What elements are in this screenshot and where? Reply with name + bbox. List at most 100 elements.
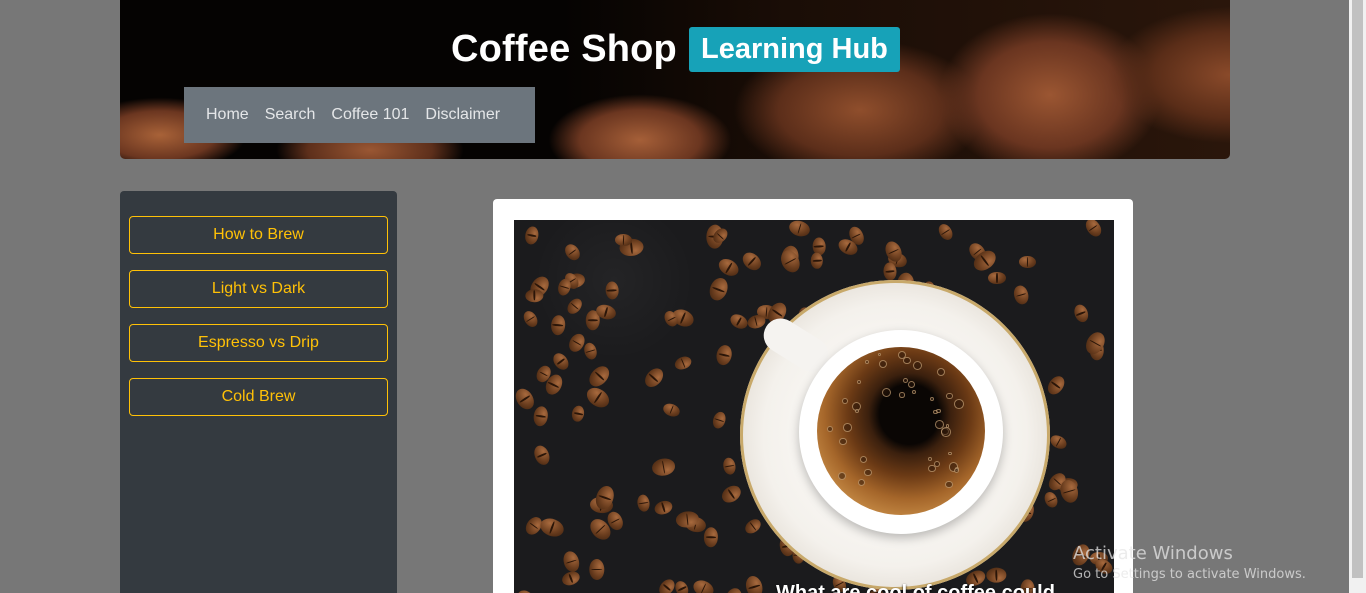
coffee-bean xyxy=(673,579,691,593)
coffee-bean xyxy=(605,280,620,300)
coffee-bean xyxy=(661,400,681,419)
coffee-bean xyxy=(722,456,737,475)
scroll-thumb[interactable] xyxy=(1352,0,1363,578)
brand: Coffee Shop Learning Hub xyxy=(451,26,900,72)
foam-bubble xyxy=(859,455,867,463)
foam-bubble xyxy=(911,390,916,394)
foam-bubble xyxy=(948,451,952,456)
coffee-bean xyxy=(715,255,742,280)
coffee-bean xyxy=(656,575,678,593)
foam-bubble xyxy=(881,388,891,398)
coffee-bean xyxy=(520,308,541,330)
brand-badge: Learning Hub xyxy=(688,26,900,72)
foam-bubble xyxy=(953,399,964,409)
coffee-bean xyxy=(1018,255,1036,269)
light-vs-dark-button[interactable]: Light vs Dark xyxy=(129,270,388,308)
foam-bubble xyxy=(856,379,862,385)
foam-bubble xyxy=(928,464,936,473)
coffee-bean xyxy=(585,362,614,391)
windows-activation-watermark: Activate Windows Go to Settings to activ… xyxy=(1073,543,1306,582)
coffee-bean xyxy=(1082,220,1104,239)
brand-title[interactable]: Coffee Shop xyxy=(451,28,677,71)
content-card: What are cool of coffee could xyxy=(493,199,1133,593)
nav-home[interactable]: Home xyxy=(206,106,249,124)
header-banner: Coffee Shop Learning Hub Home Search Cof… xyxy=(120,0,1230,159)
coffee-bean xyxy=(561,549,582,574)
coffee-bean xyxy=(652,498,674,517)
coffee-bean xyxy=(514,586,540,593)
foam-bubble xyxy=(927,457,932,462)
coffee-bean xyxy=(650,456,677,478)
coffee-bean xyxy=(777,246,804,276)
coffee-bean xyxy=(728,311,751,332)
foam-bubble xyxy=(902,377,908,383)
coffee-bean xyxy=(537,515,567,541)
coffee-bean xyxy=(523,225,540,246)
foam-bubble xyxy=(878,359,888,368)
foam-bubble xyxy=(855,408,860,413)
coffee-bean xyxy=(1042,490,1061,511)
coffee-bean xyxy=(810,252,823,270)
coffee-bean xyxy=(588,558,605,581)
coffee-bean xyxy=(640,364,667,391)
foam-bubble xyxy=(946,392,954,400)
coffee-bean xyxy=(721,586,745,593)
coffee-bean xyxy=(739,249,765,274)
coffee-bean xyxy=(560,569,582,588)
hero-caption: What are cool of coffee could xyxy=(776,582,1055,593)
coffee-bean xyxy=(715,343,734,367)
coffee-bean xyxy=(524,289,544,303)
foam-bubble xyxy=(912,361,922,371)
foam-bubble xyxy=(941,427,952,437)
coffee-bean xyxy=(1043,372,1068,398)
coffee-bean xyxy=(935,221,955,243)
sidebar: How to Brew Light vs Dark Espresso vs Dr… xyxy=(120,191,397,593)
coffee-bean xyxy=(706,275,731,303)
coffee-cup-and-beans-image: What are cool of coffee could xyxy=(514,220,1114,593)
coffee-surface xyxy=(817,347,985,515)
nav-disclaimer[interactable]: Disclaimer xyxy=(425,106,500,124)
coffee-bean xyxy=(562,241,583,264)
coffee-bean xyxy=(710,410,728,430)
foam-bubble xyxy=(864,359,870,365)
coffee-bean xyxy=(787,220,812,240)
nav-search[interactable]: Search xyxy=(265,106,316,124)
coffee-bean xyxy=(531,443,552,467)
coffee-bean xyxy=(742,516,764,537)
foam-bubble xyxy=(936,367,946,377)
coffee-bean xyxy=(563,295,585,317)
foam-bubble xyxy=(841,397,848,404)
nav-coffee-101[interactable]: Coffee 101 xyxy=(331,106,409,124)
foam-bubble xyxy=(843,423,852,432)
foam-bubble xyxy=(903,356,911,365)
foam-bubble xyxy=(945,480,953,489)
coffee-bean xyxy=(1048,432,1070,452)
coffee-bean xyxy=(1012,283,1031,306)
foam-bubble xyxy=(827,425,834,432)
watermark-title: Activate Windows xyxy=(1073,543,1233,564)
coffee-bean xyxy=(550,350,572,373)
coffee-bean xyxy=(550,314,567,336)
foam-bubble xyxy=(864,468,872,477)
foam-bubble xyxy=(838,437,847,446)
coffee-bean xyxy=(1072,302,1092,325)
foam-bubble xyxy=(936,408,941,413)
coffee-bean xyxy=(703,527,719,548)
foam-bubble xyxy=(907,380,916,389)
watermark-subtitle: Go to Settings to activate Windows. xyxy=(1073,567,1306,582)
espresso-vs-drip-button[interactable]: Espresso vs Drip xyxy=(129,324,388,362)
coffee-bean xyxy=(514,385,538,413)
coffee-bean xyxy=(986,567,1007,583)
cold-brew-button[interactable]: Cold Brew xyxy=(129,378,388,416)
foam-bubble xyxy=(934,419,944,429)
foam-bubble xyxy=(930,397,935,402)
coffee-bean xyxy=(691,576,717,593)
top-nav: Home Search Coffee 101 Disclaimer xyxy=(184,87,535,143)
coffee-bean xyxy=(718,482,744,507)
coffee-bean xyxy=(532,405,550,427)
page-scrollbar[interactable] xyxy=(1349,0,1366,593)
foam-bubble xyxy=(899,392,905,398)
coffee-bean xyxy=(673,353,694,372)
how-to-brew-button[interactable]: How to Brew xyxy=(129,216,388,254)
coffee-bean xyxy=(635,493,651,512)
